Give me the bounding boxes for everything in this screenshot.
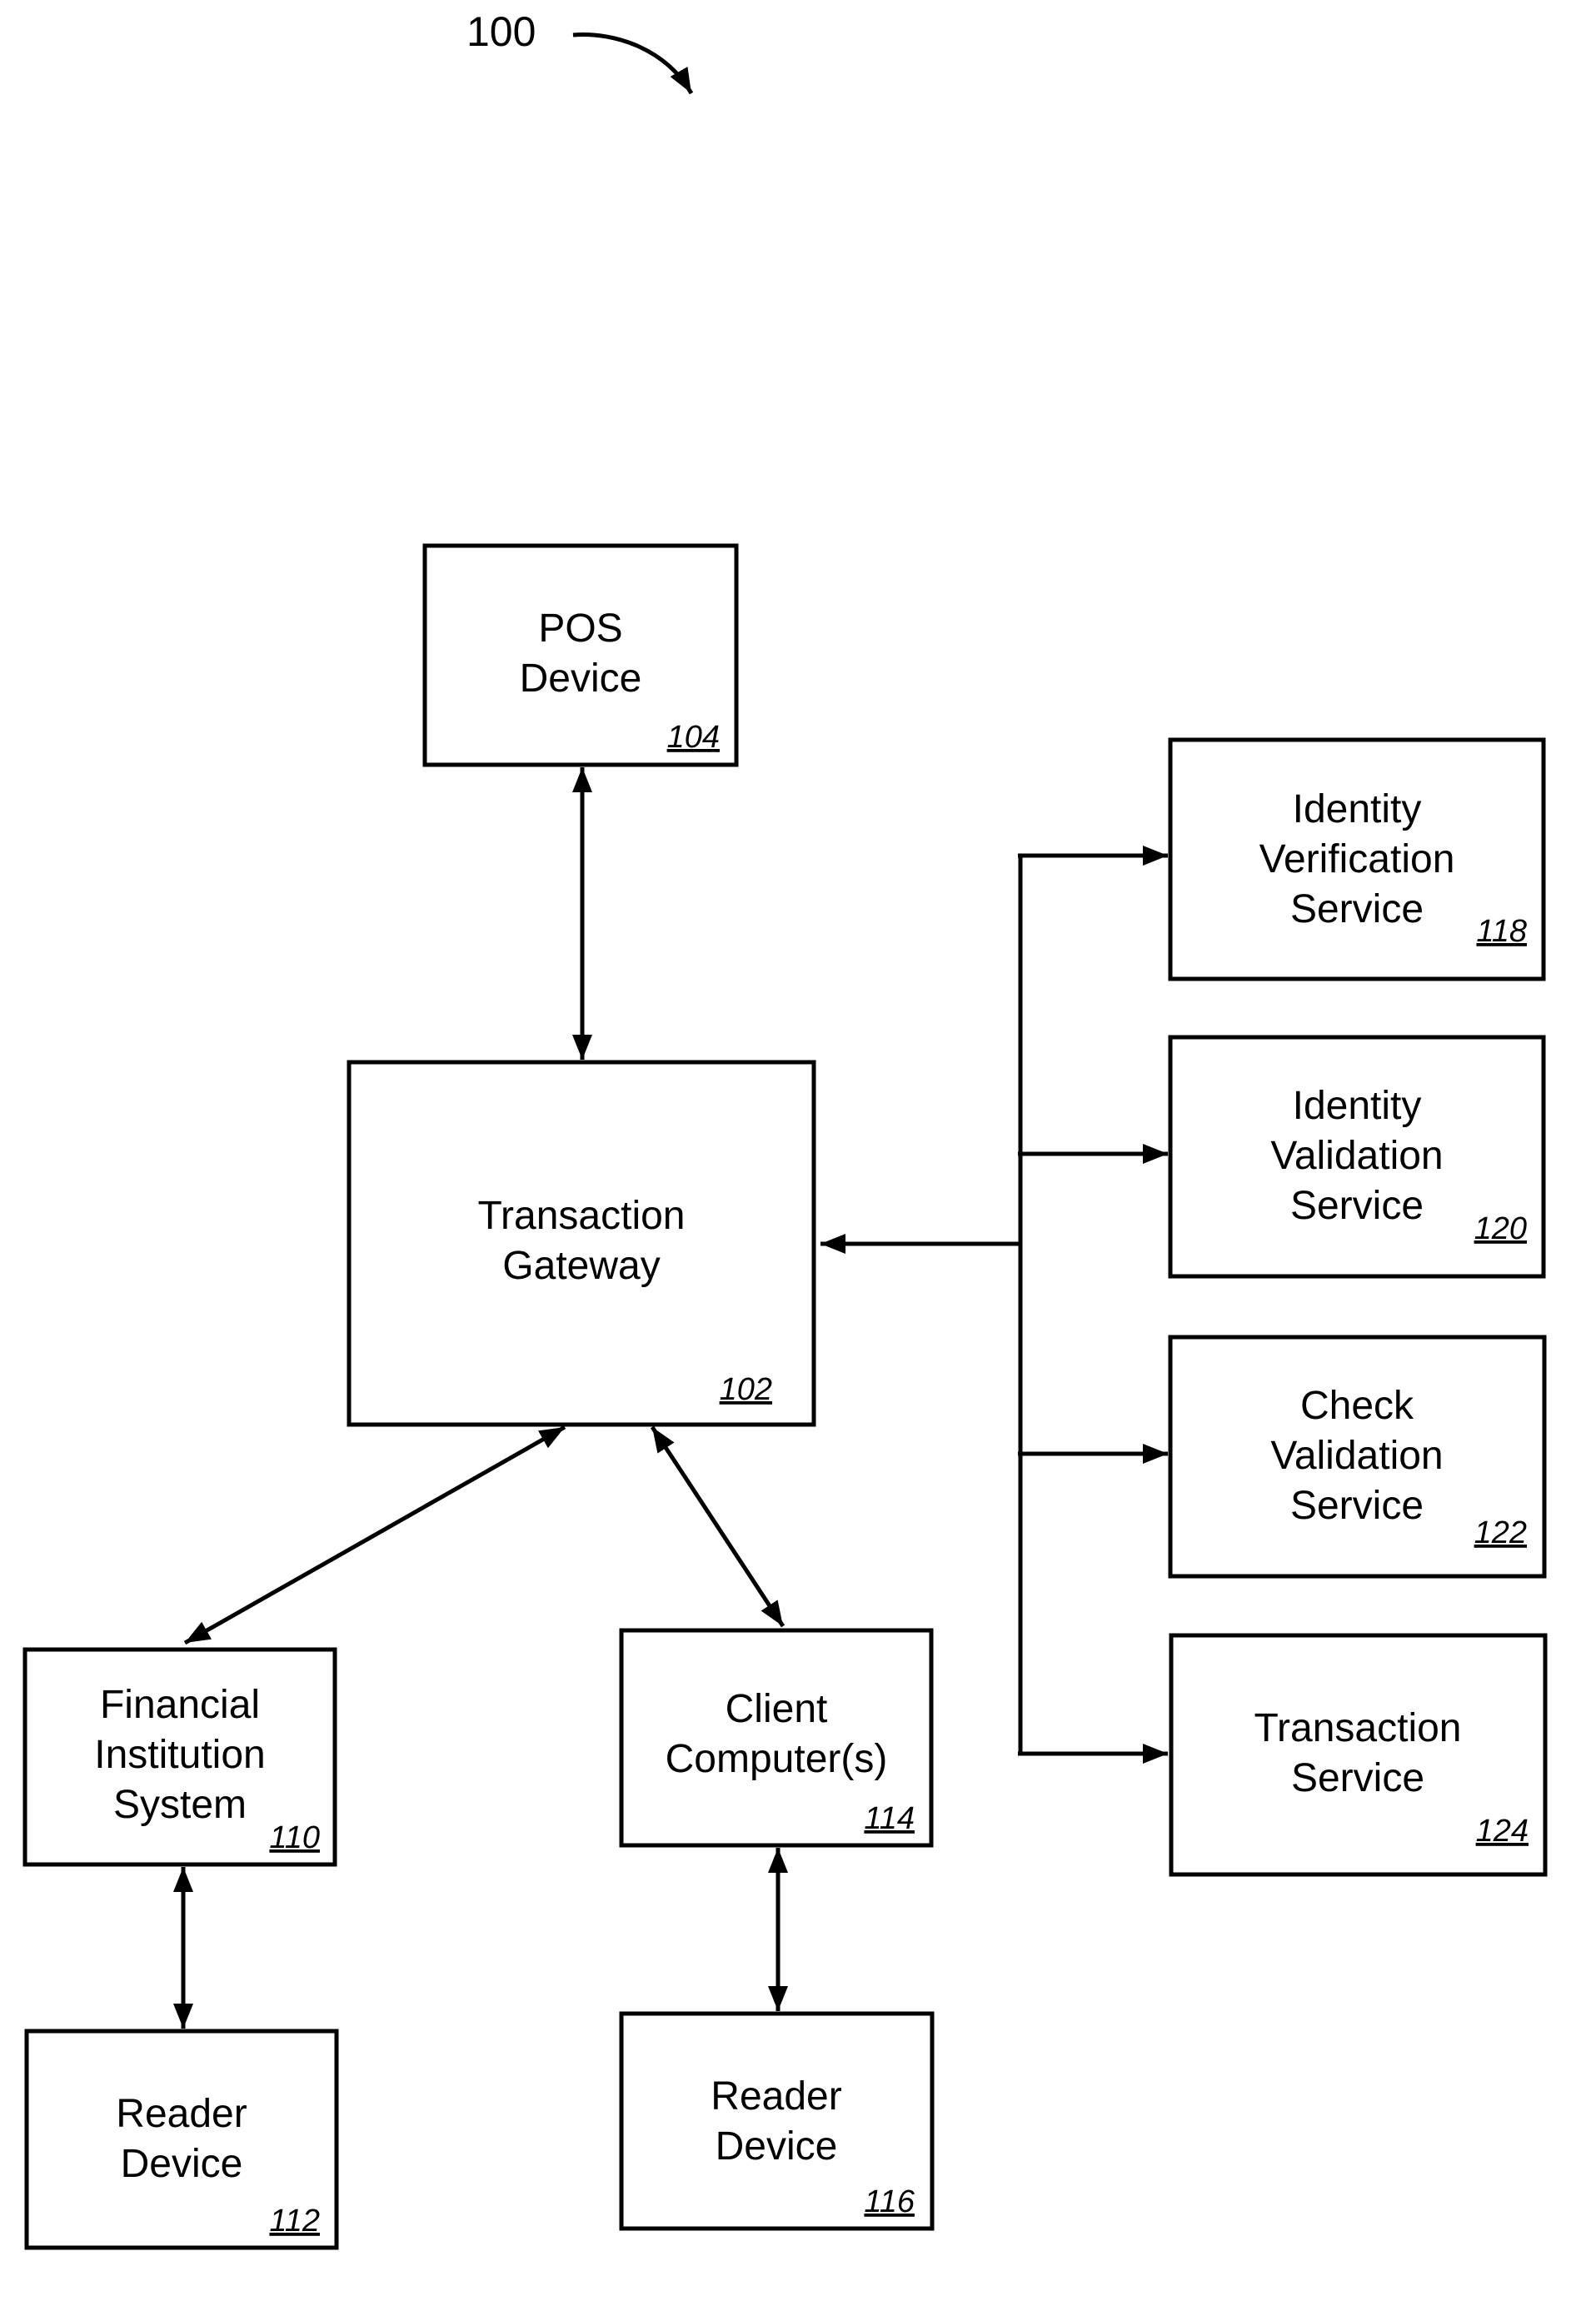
box-label-line: Transaction <box>478 1194 686 1238</box>
ref-number: 124 <box>1476 1814 1529 1849</box>
box-label-line: Device <box>520 656 642 701</box>
box-label-line: Service <box>1290 1184 1424 1228</box>
box-label-line: Validation <box>1270 1434 1443 1478</box>
box-transaction-service: Transaction Service 124 <box>1169 1633 1548 1877</box>
box-financial-institution: Financial Institution System 110 <box>22 1647 337 1867</box>
ref-number: 114 <box>864 1801 915 1836</box>
ref-number: 102 <box>720 1372 772 1407</box>
box-reader-device-112: Reader Device 112 <box>24 2029 339 2250</box>
figure-label: 100 <box>466 8 536 55</box>
box-label-line: Gateway <box>502 1244 660 1288</box>
box-label-line: Reader <box>116 2092 247 2136</box>
figure-arrow <box>572 32 694 95</box>
box-label-line: Service <box>1291 1756 1424 1800</box>
box-label-line: System <box>113 1783 247 1827</box>
box-identity-verification: Identity Verification Service 118 <box>1168 737 1546 981</box>
ref-number: 120 <box>1474 1211 1527 1246</box>
box-label-line: Service <box>1290 887 1424 931</box>
box-label-line: Service <box>1290 1484 1424 1528</box>
box-label-line: Identity <box>1293 787 1422 831</box>
ref-number: 110 <box>269 1820 320 1855</box>
connector-gateway-financial <box>183 1425 566 1645</box>
box-label-line: Device <box>121 2142 243 2186</box>
box-label-line: Computer(s) <box>666 1737 888 1781</box>
ref-number: 118 <box>1476 914 1527 949</box>
box-pos-device: POS Device 104 <box>422 543 739 767</box>
ref-number: 122 <box>1474 1515 1527 1550</box>
box-identity-validation: Identity Validation Service 120 <box>1168 1035 1546 1279</box>
box-label-line: Identity <box>1293 1084 1422 1128</box>
box-label-line: Institution <box>94 1733 265 1777</box>
box-check-validation: Check Validation Service 122 <box>1168 1335 1547 1579</box>
ref-number: 104 <box>667 720 720 755</box>
box-label-line: Financial <box>100 1683 260 1727</box>
box-label-line: Device <box>716 2124 838 2169</box>
system-diagram: 100 POS Device 104 Transaction Gateway 1… <box>22 8 1548 2250</box>
ref-number: 116 <box>864 2184 915 2219</box>
connector-gateway-client <box>650 1425 786 1628</box>
box-label-line: Validation <box>1270 1134 1443 1178</box>
box-label-line: Transaction <box>1254 1706 1462 1750</box>
box-label-line: Check <box>1300 1384 1414 1428</box>
box-label-line: Reader <box>711 2074 841 2119</box>
ref-number: 112 <box>269 2204 320 2239</box>
box-label-line: Verification <box>1259 837 1455 881</box>
box-client-computers: Client Computer(s) 114 <box>619 1628 934 1848</box>
box-reader-device-116: Reader Device 116 <box>619 2011 935 2231</box>
box-transaction-gateway: Transaction Gateway 102 <box>347 1060 816 1427</box>
box-label-line: Client <box>726 1687 828 1731</box>
box-label-line: POS <box>538 606 622 651</box>
